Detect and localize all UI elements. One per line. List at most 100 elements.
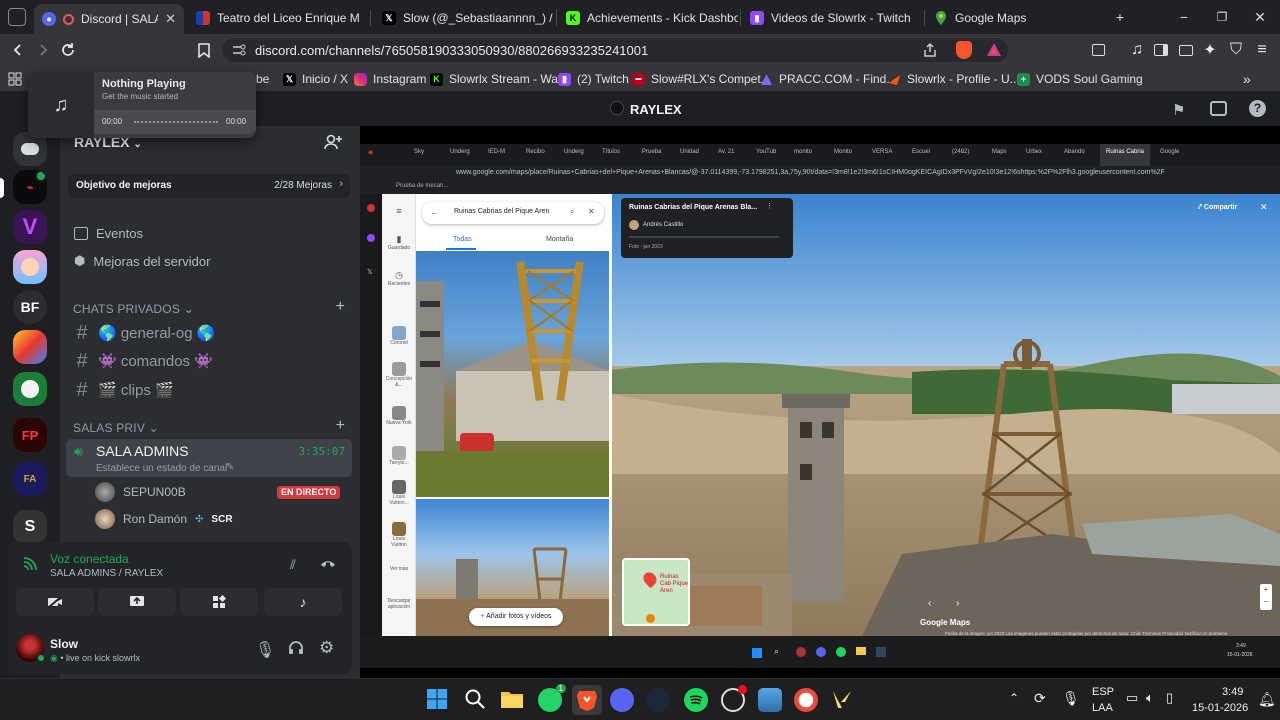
signal-icon[interactable] xyxy=(22,557,38,571)
zoom-controls[interactable]: + − xyxy=(1260,584,1272,610)
progress-bar[interactable] xyxy=(134,121,218,123)
soundboard-button[interactable]: ♪ xyxy=(264,588,342,616)
add-channel-icon[interactable]: + xyxy=(336,298,345,316)
chevron-up-icon[interactable]: ⌃ xyxy=(1009,691,1019,705)
previous-photo-icon[interactable]: ‹ xyxy=(928,598,931,609)
clock-time[interactable]: 3:49 xyxy=(1222,686,1243,698)
brave-browser-icon[interactable] xyxy=(575,688,599,712)
spotify-icon[interactable] xyxy=(684,688,708,712)
close-icon[interactable]: ✕ xyxy=(588,207,595,216)
bookmark-competitive[interactable]: ▬ Slow#RLX's Compet... xyxy=(632,70,771,88)
site-info-icon[interactable] xyxy=(232,44,246,56)
tab-actions-icon[interactable] xyxy=(8,8,26,26)
share-icon[interactable] xyxy=(922,42,938,58)
camera-off-button[interactable] xyxy=(16,588,94,616)
network-icon[interactable]: ▭ xyxy=(1126,690,1138,706)
bookmark-pracc[interactable]: PRACC.COM - Find... xyxy=(760,70,896,88)
file-explorer-icon[interactable] xyxy=(500,688,524,712)
battery-icon[interactable]: ▯ xyxy=(1166,690,1173,706)
pencil-icon[interactable]: ✎ xyxy=(226,462,234,473)
recent-louis-vuitton-1[interactable]: Louis Vuitton... xyxy=(385,480,413,506)
screen-share-button[interactable] xyxy=(98,588,176,616)
street-view-photo[interactable]: Ruinas Cabrias del Pique Arenas Bla... A… xyxy=(612,194,1280,636)
activities-button[interactable] xyxy=(180,588,258,616)
mini-map[interactable]: Ruinas Cab Pique Aren xyxy=(622,558,690,626)
bookmark-youtube[interactable]: be xyxy=(256,70,269,88)
server-fa[interactable]: FA xyxy=(13,462,47,496)
microphone-icon[interactable]: 🎙︎ xyxy=(1062,690,1080,707)
add-channel-icon[interactable]: + xyxy=(336,417,345,435)
flag-icon[interactable]: ⚑ xyxy=(1172,101,1185,119)
recent-tarrytown[interactable]: Tarryto... xyxy=(385,446,413,466)
filter-tab-montana[interactable]: Montaña xyxy=(546,236,573,243)
close-icon[interactable]: ✕ xyxy=(165,11,176,27)
volume-icon[interactable]: 🔈︎ xyxy=(1146,690,1154,706)
notifications-icon[interactable]: 🔔︎ xyxy=(1258,691,1276,708)
back-icon[interactable] xyxy=(8,40,28,60)
language-indicator[interactable]: ESP xyxy=(1092,686,1114,698)
brave-rewards-icon[interactable] xyxy=(986,42,1002,58)
voice-channel-sala-admins[interactable]: 🔊︎ SALA ADMINS 3:35:07 Establece un esta… xyxy=(66,439,352,477)
forward-icon[interactable] xyxy=(33,40,53,60)
search-icon[interactable] xyxy=(464,688,488,712)
channel-clips[interactable]: # 🎬 clips 🎬 xyxy=(74,379,173,401)
photo-thumbnail-1[interactable] xyxy=(416,251,609,497)
add-photos-button[interactable]: + Añadir fotos y vídeos xyxy=(469,608,563,626)
sync-icon[interactable]: ⟳ xyxy=(1034,690,1046,707)
wallet-icon[interactable] xyxy=(1176,40,1196,60)
recent-coronel[interactable]: Coronel xyxy=(385,326,413,346)
bookmark-vods[interactable]: + VODS Soul Gaming xyxy=(1017,70,1143,88)
recent-nueva-york[interactable]: Nueva York xyxy=(385,406,413,426)
music-icon[interactable]: ♫ xyxy=(1127,40,1147,60)
noise-suppression-icon[interactable]: ⫽ xyxy=(290,557,296,573)
brave-shield-icon[interactable] xyxy=(956,41,972,59)
game-icon[interactable] xyxy=(794,688,818,712)
share-button[interactable]: ⤤ Compartir xyxy=(1198,204,1237,212)
photos-icon[interactable] xyxy=(758,688,782,712)
help-icon[interactable]: ? xyxy=(1249,100,1266,117)
screen-share-stream[interactable]: ◉ Sky Underg IED-M Recibo Underg Títulos… xyxy=(360,126,1280,678)
menu-item-boosts[interactable]: ⬢ Mejoras del servidor xyxy=(74,250,210,272)
bookmark-profile[interactable]: Slowrlx - Profile - U... xyxy=(888,70,1020,88)
bookmark-icon[interactable] xyxy=(194,40,214,60)
close-icon[interactable]: ✕ xyxy=(1260,202,1268,213)
clock-date[interactable]: 15-01-2026 xyxy=(1192,702,1248,714)
filter-tab-todas[interactable]: Todas xyxy=(453,236,472,243)
bookmark-kick-stream[interactable]: K Slowrlx Stream - Wa... xyxy=(430,70,568,88)
server-v[interactable]: V xyxy=(13,210,47,244)
valorant-icon[interactable] xyxy=(830,688,854,712)
tab-teatro[interactable]: Teatro del Liceo Enrique Molina xyxy=(188,5,368,31)
new-tab-button[interactable]: + xyxy=(1105,6,1135,28)
invite-icon[interactable] xyxy=(324,134,342,150)
more-bookmarks-icon[interactable]: » xyxy=(1243,70,1251,88)
search-icon[interactable]: ⌕ xyxy=(570,207,574,217)
recent-concepcion[interactable]: Concepción &... xyxy=(385,362,413,388)
keyboard-layout[interactable]: LAA xyxy=(1092,702,1113,714)
close-window-button[interactable]: ✕ xyxy=(1245,6,1275,28)
channel-status[interactable]: Establece un estado de canal xyxy=(96,463,227,474)
tab-kick[interactable]: K Achievements - Kick Dashboard xyxy=(558,5,738,31)
more-options-icon[interactable]: ⋮ xyxy=(766,202,773,210)
obs-icon[interactable] xyxy=(721,685,747,712)
url-field[interactable]: discord.com/channels/765058190333050930/… xyxy=(222,38,1008,62)
voice-status-subtitle[interactable]: SALA ADMINS / RAYLEX xyxy=(50,568,163,579)
split-view-icon[interactable] xyxy=(1151,40,1171,60)
download-app-item[interactable]: Descargar aplicación xyxy=(385,598,413,610)
reload-icon[interactable] xyxy=(58,40,78,60)
category-chats-privados[interactable]: CHATS PRIVADOS ⌄ xyxy=(73,302,194,316)
windows-start-icon[interactable] xyxy=(426,688,450,712)
minimize-button[interactable]: − xyxy=(1169,6,1199,28)
server-green[interactable] xyxy=(13,372,47,406)
menu-item-events[interactable]: Eventos xyxy=(74,222,143,244)
recent-louis-vuitton-2[interactable]: Louis Vuitton xyxy=(385,522,413,548)
voice-user-ron-damon[interactable]: Ron Damón ✣ SCR xyxy=(95,509,233,529)
sidebar-toggle-icon[interactable] xyxy=(1088,40,1108,60)
channel-comandos[interactable]: # 👾 comandos 👾 xyxy=(74,350,212,372)
back-arrow-icon[interactable]: ← xyxy=(430,207,439,217)
headphones-icon[interactable] xyxy=(288,640,304,655)
whatsapp-icon[interactable]: 1 xyxy=(538,684,566,712)
menu-icon[interactable]: ≡ xyxy=(1252,40,1272,60)
boost-goal-bar[interactable]: Objetivo de mejoras 2/28 Mejoras › xyxy=(68,174,350,198)
settings-gear-icon[interactable]: ⚙ xyxy=(319,638,334,658)
channel-general-og[interactable]: # 🌎 general-og 🌎 xyxy=(74,322,215,344)
